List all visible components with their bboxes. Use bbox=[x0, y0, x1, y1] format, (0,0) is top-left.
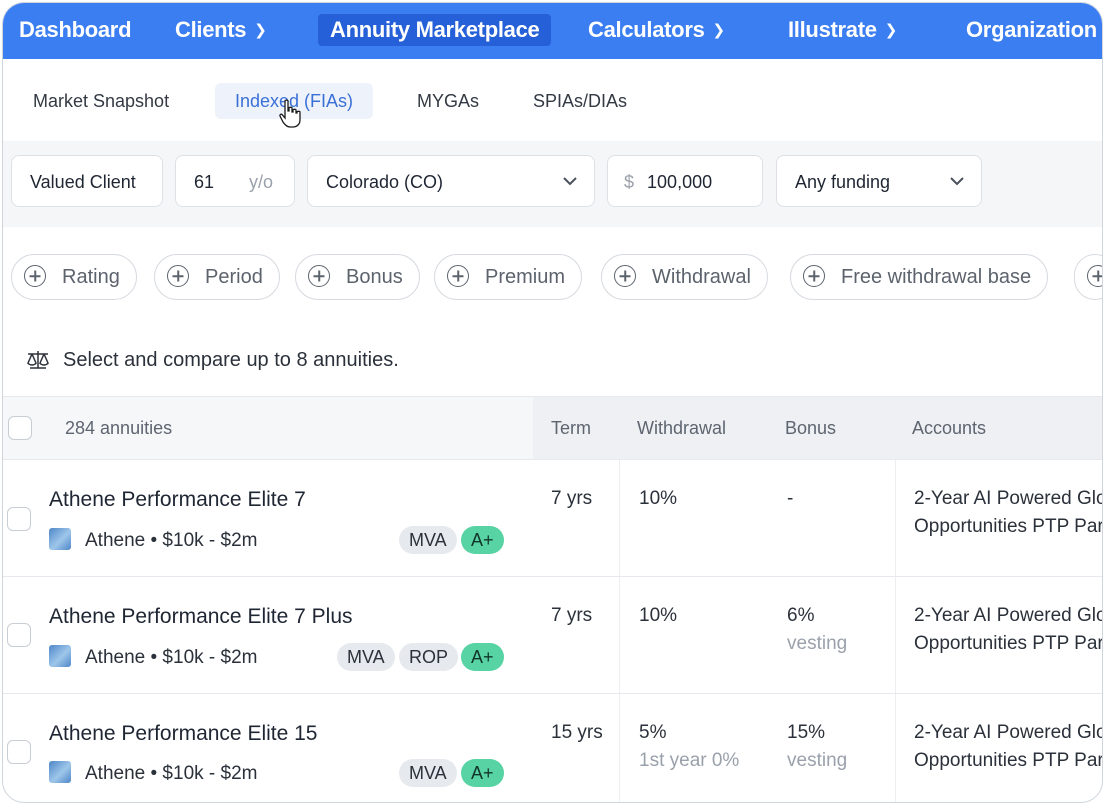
product-meta: Athene • $10k - $2m bbox=[49, 527, 257, 555]
tag-mva: MVA bbox=[399, 759, 457, 787]
row-checkbox[interactable] bbox=[7, 623, 31, 647]
chevron-down-icon bbox=[950, 177, 964, 186]
plus-circle-icon bbox=[447, 265, 469, 287]
accounts-line-1: 2-Year AI Powered Glo bbox=[914, 605, 1102, 626]
nav-clients[interactable]: Clients ❯ bbox=[163, 14, 279, 46]
scale-icon bbox=[27, 351, 49, 369]
client-name-field[interactable]: Valued Client bbox=[11, 155, 163, 207]
currency-symbol: $ bbox=[624, 172, 635, 192]
chip-bonus[interactable]: Bonus bbox=[295, 254, 420, 300]
plus-circle-icon bbox=[1087, 265, 1102, 287]
athene-logo-icon bbox=[49, 761, 71, 783]
withdrawal-value: 10% bbox=[639, 488, 678, 509]
column-header-term[interactable]: Term bbox=[551, 397, 591, 459]
hand-cursor-icon bbox=[279, 99, 301, 128]
nav-calculators[interactable]: Calculators ❯ bbox=[576, 14, 737, 46]
select-all-checkbox[interactable] bbox=[8, 416, 32, 440]
tag-rop: ROP bbox=[399, 643, 459, 671]
app-window: Dashboard Clients ❯ Annuity Marketplace C… bbox=[2, 2, 1103, 803]
chip-withdrawal[interactable]: Withdrawal bbox=[601, 254, 768, 300]
tab-market-snapshot[interactable]: Market Snapshot bbox=[13, 83, 189, 119]
accounts-line-2: Opportunities PTP Par bbox=[914, 516, 1102, 537]
withdrawal-value: 10% bbox=[639, 605, 678, 626]
tag-mva: MVA bbox=[337, 643, 395, 671]
row-checkbox[interactable] bbox=[7, 507, 31, 531]
accounts-line-1: 2-Year AI Powered Glo bbox=[914, 488, 1102, 509]
term-value: 7 yrs bbox=[551, 488, 593, 509]
table-row[interactable]: Athene Performance Elite 15 Athene • $10… bbox=[3, 694, 1102, 802]
product-name[interactable]: Athene Performance Elite 15 bbox=[49, 722, 318, 746]
chevron-down-icon bbox=[563, 177, 577, 186]
chip-rating[interactable]: Rating bbox=[11, 254, 137, 300]
state-select[interactable]: Colorado (CO) bbox=[307, 155, 595, 207]
table-row[interactable]: Athene Performance Elite 7 Plus Athene •… bbox=[3, 577, 1102, 694]
tag-mva: MVA bbox=[399, 526, 457, 554]
chip-more[interactable] bbox=[1074, 254, 1102, 300]
chevron-down-icon: ❯ bbox=[254, 22, 267, 39]
athene-logo-icon bbox=[49, 645, 71, 667]
accounts-line-2: Opportunities PTP Par bbox=[914, 633, 1102, 654]
table-header: 284 annuities Term Withdrawal Bonus Acco… bbox=[3, 396, 1102, 460]
bonus-sub: vesting bbox=[787, 750, 848, 771]
product-meta: Athene • $10k - $2m bbox=[49, 644, 257, 672]
accounts-line-1: 2-Year AI Powered Glo bbox=[914, 722, 1102, 743]
column-header-accounts[interactable]: Accounts bbox=[912, 397, 986, 459]
plus-circle-icon bbox=[803, 265, 825, 287]
tab-mygas[interactable]: MYGAs bbox=[397, 83, 499, 119]
rating-badge: A+ bbox=[461, 643, 504, 671]
chip-premium[interactable]: Premium bbox=[434, 254, 583, 300]
age-unit: y/o bbox=[249, 172, 274, 192]
column-header-bonus[interactable]: Bonus bbox=[785, 397, 836, 459]
nav-dashboard[interactable]: Dashboard bbox=[7, 14, 143, 46]
product-name[interactable]: Athene Performance Elite 7 Plus bbox=[49, 605, 353, 629]
withdrawal-value: 5% bbox=[639, 722, 667, 743]
plus-circle-icon bbox=[24, 265, 46, 287]
amount-field[interactable]: $ 100,000 bbox=[607, 155, 763, 207]
product-meta: Athene • $10k - $2m bbox=[49, 760, 257, 788]
plus-circle-icon bbox=[308, 265, 330, 287]
annuity-count: 284 annuities bbox=[65, 418, 173, 438]
age-field[interactable]: 61 y/o bbox=[175, 155, 295, 207]
athene-logo-icon bbox=[49, 528, 71, 550]
funding-select[interactable]: Any funding bbox=[776, 155, 982, 207]
nav-annuity-marketplace[interactable]: Annuity Marketplace bbox=[318, 14, 552, 46]
term-value: 15 yrs bbox=[551, 722, 603, 743]
tab-spias-dias[interactable]: SPIAs/DIAs bbox=[513, 83, 647, 119]
rating-badge: A+ bbox=[461, 759, 504, 787]
accounts-line-2: Opportunities PTP Par bbox=[914, 750, 1102, 771]
top-nav: Dashboard Clients ❯ Annuity Marketplace C… bbox=[3, 3, 1102, 59]
rating-badge: A+ bbox=[461, 526, 504, 554]
bonus-sub: vesting bbox=[787, 633, 848, 654]
chevron-down-icon: ❯ bbox=[884, 22, 898, 39]
withdrawal-sub: 1st year 0% bbox=[639, 750, 740, 771]
column-header-withdrawal[interactable]: Withdrawal bbox=[637, 397, 726, 459]
amount-value: 100,000 bbox=[647, 172, 713, 192]
plus-circle-icon bbox=[167, 265, 189, 287]
row-checkbox[interactable] bbox=[7, 740, 31, 764]
product-name[interactable]: Athene Performance Elite 7 bbox=[49, 488, 306, 512]
chevron-down-icon: ❯ bbox=[712, 22, 726, 39]
age-value: 61 bbox=[194, 172, 215, 192]
chip-free-withdrawal-base[interactable]: Free withdrawal base bbox=[790, 254, 1049, 300]
bonus-value: - bbox=[787, 488, 794, 509]
bonus-value: 6% bbox=[787, 605, 815, 626]
chip-period[interactable]: Period bbox=[154, 254, 280, 300]
term-value: 7 yrs bbox=[551, 605, 593, 626]
bonus-value: 15% bbox=[787, 722, 826, 743]
nav-illustrate[interactable]: Illustrate ❯ bbox=[776, 14, 909, 46]
table-row[interactable]: Athene Performance Elite 7 Athene • $10k… bbox=[3, 460, 1102, 577]
nav-organization[interactable]: Organization bbox=[954, 14, 1102, 46]
plus-circle-icon bbox=[614, 265, 636, 287]
